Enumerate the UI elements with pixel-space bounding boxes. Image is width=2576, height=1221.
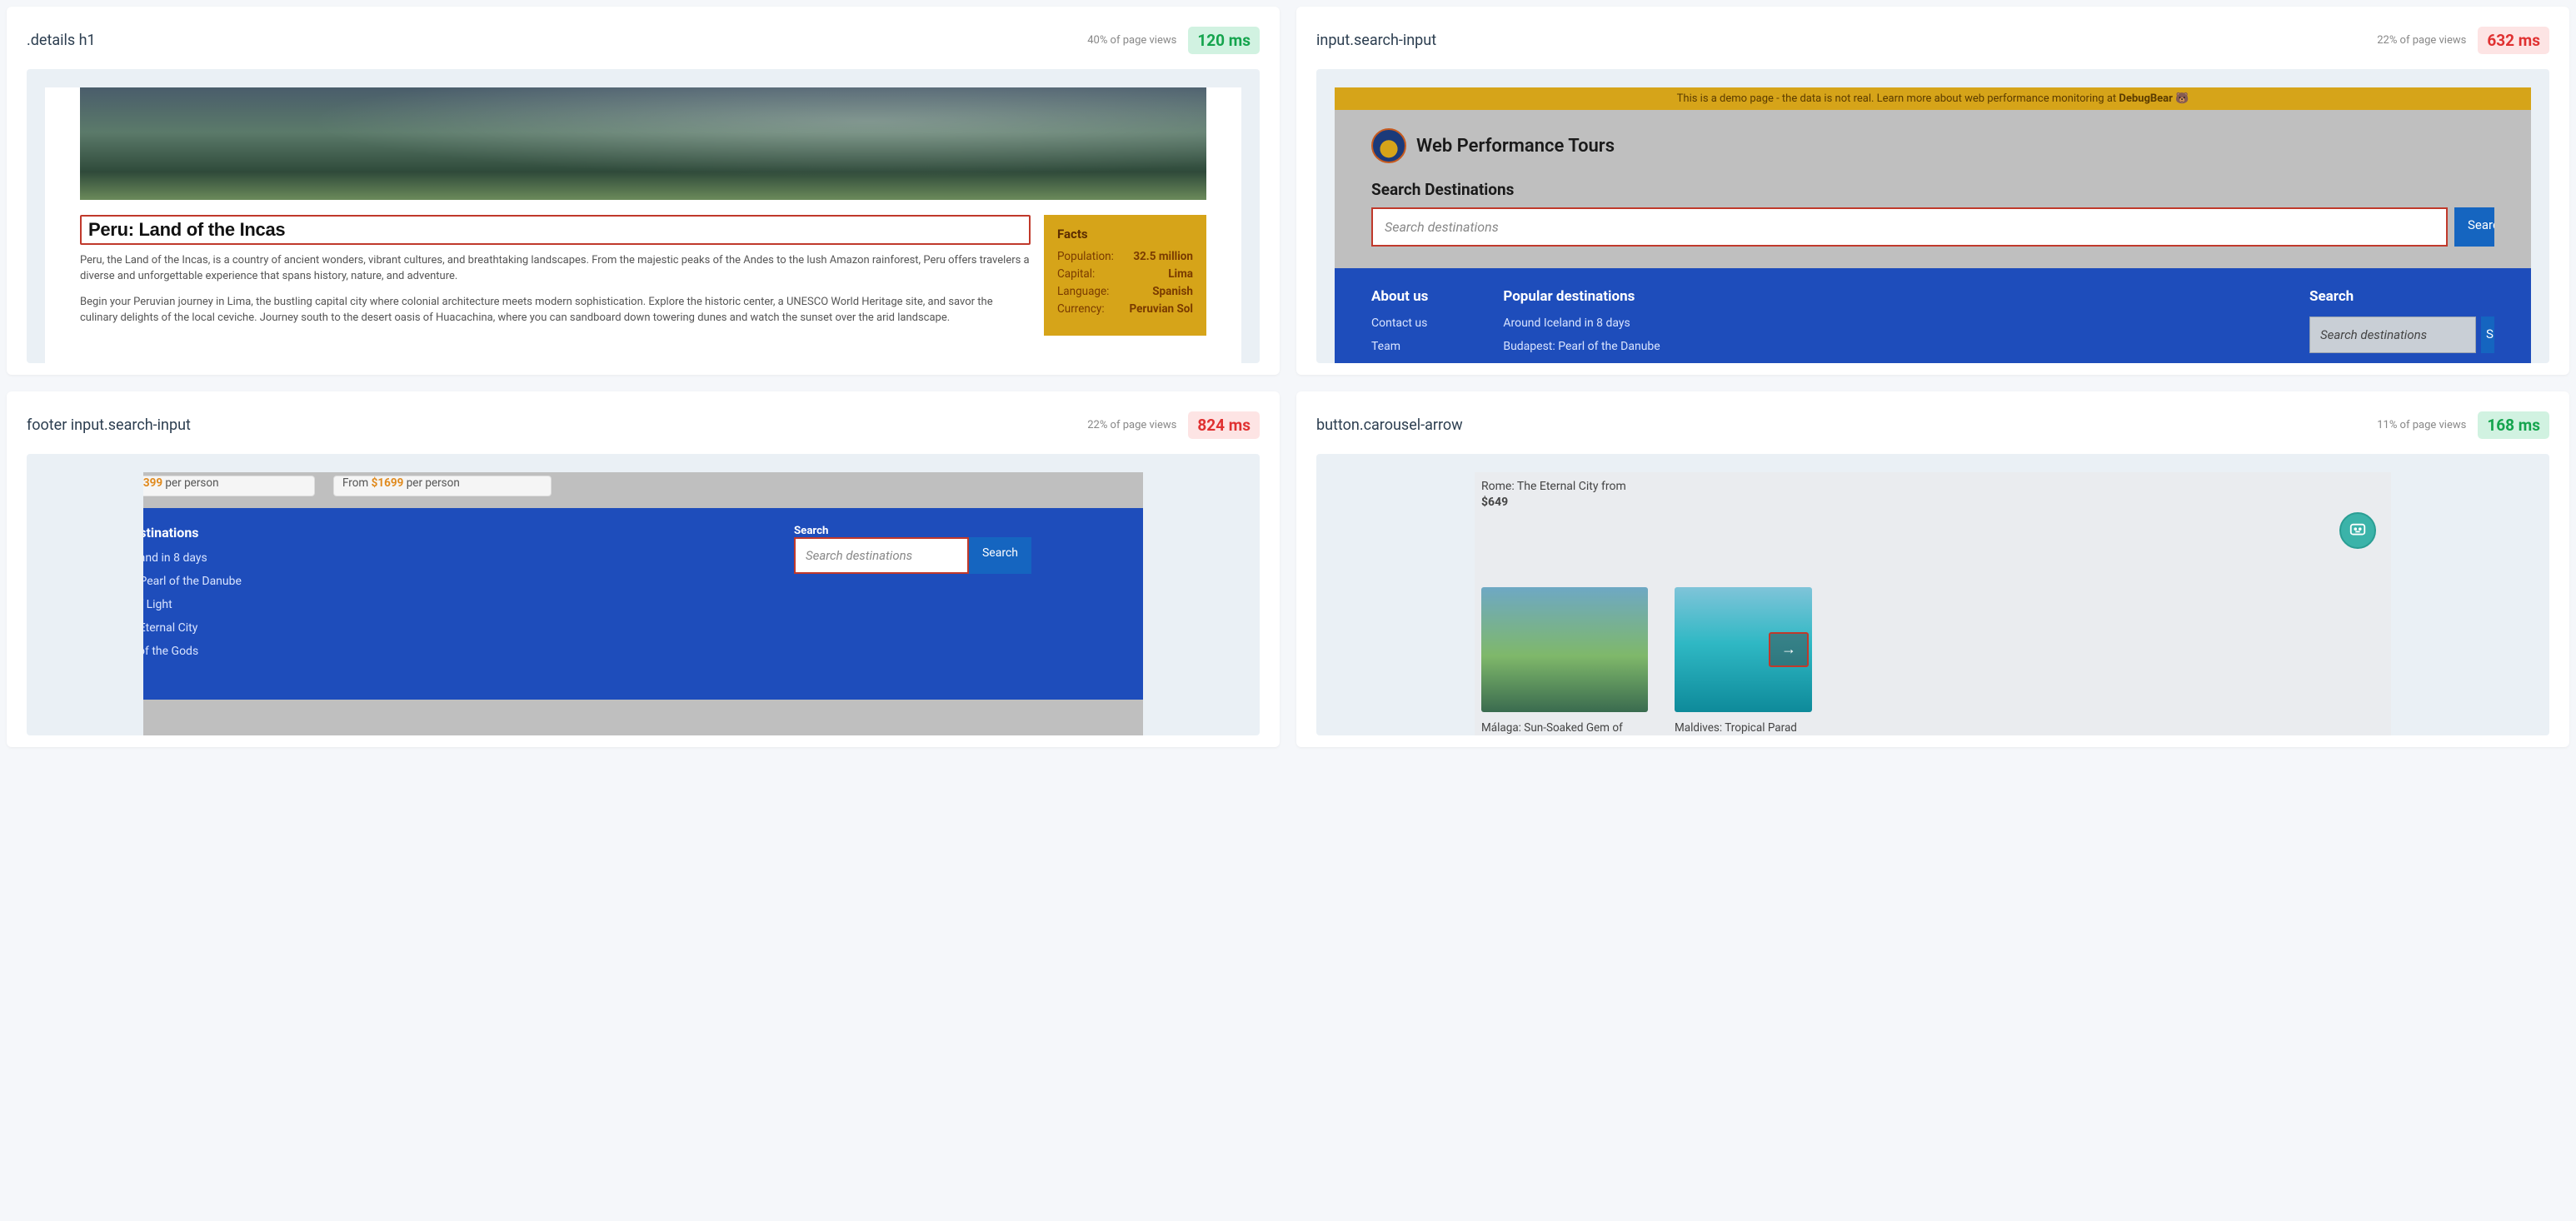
demo-banner: This is a demo page - the data is not re… (1335, 87, 2531, 110)
carousel-thumb[interactable]: → Maldives: Tropical Parad (1675, 587, 1812, 735)
footer-link[interactable]: : Island of the Gods (143, 645, 242, 658)
search-heading: Search Destinations (1371, 180, 2494, 199)
card-meta: 40% of page views 120 ms (1087, 27, 1260, 54)
thumb-image (1481, 587, 1648, 712)
paragraph: Begin your Peruvian journey in Lima, the… (80, 295, 1031, 326)
selector-text: input.search-input (1316, 32, 1436, 49)
thumb-caption: Maldives: Tropical Parad (1675, 720, 1812, 735)
preview-area: Peru: Land of the Incas Peru, the Land o… (27, 69, 1260, 363)
fact-label: Language: (1057, 285, 1109, 298)
card-meta: 22% of page views 632 ms (2377, 27, 2549, 54)
timing-badge: 120 ms (1188, 27, 1260, 54)
search-button[interactable]: Search (2454, 207, 2494, 247)
highlighted-element: Peru: Land of the Incas (80, 215, 1031, 245)
footer-link[interactable]: dapest: Pearl of the Danube (143, 575, 242, 588)
footer-link[interactable]: Budapest: Pearl of the Danube (1503, 340, 1660, 353)
footer-search-button[interactable]: Search (969, 537, 1031, 574)
site-footer: About us Contact us Team Popular destina… (1335, 268, 2531, 363)
fact-value: Lima (1168, 267, 1193, 281)
page-title: Peru: Land of the Incas (88, 219, 1022, 241)
footer-link[interactable]: Team (1371, 340, 1428, 353)
card-meta: 11% of page views 168 ms (2377, 411, 2549, 439)
thumb-caption: Málaga: Sun-Soaked Gem of (1481, 720, 1648, 735)
footer-heading: Popular destinations (1503, 288, 1660, 305)
site-name: Web Performance Tours (1416, 136, 1615, 157)
element-card-carousel-arrow[interactable]: button.carousel-arrow 11% of page views … (1296, 391, 2569, 747)
footer-link[interactable]: und Iceland in 8 days (143, 551, 242, 565)
hero-image (80, 87, 1206, 200)
fact-value: Spanish (1152, 285, 1193, 298)
thumb-image: → (1675, 587, 1812, 712)
card-header: button.carousel-arrow 11% of page views … (1316, 411, 2549, 439)
timing-badge: 824 ms (1188, 411, 1260, 439)
card-header: footer input.search-input 22% of page vi… (27, 411, 1260, 439)
footer-link[interactable]: ne: The Eternal City (143, 621, 242, 635)
element-card-footer-search-input[interactable]: footer input.search-input 22% of page vi… (7, 391, 1280, 747)
timing-badge: 168 ms (2478, 411, 2549, 439)
price-card: rom $1399 per person (143, 476, 315, 496)
preview-area: rom $1399 per person From $1699 per pers… (27, 454, 1260, 735)
fact-value: 32.5 million (1133, 250, 1193, 263)
timing-badge: 632 ms (2478, 27, 2549, 54)
screenshot: rom $1399 per person From $1699 per pers… (143, 472, 1143, 735)
footer-heading: About us (1371, 288, 1428, 305)
screenshot: This is a demo page - the data is not re… (1335, 87, 2531, 363)
card-meta: 22% of page views 824 ms (1087, 411, 1260, 439)
screenshot: Rome: The Eternal City from $649 Málaga:… (1475, 472, 2391, 735)
carousel-thumb[interactable]: Málaga: Sun-Soaked Gem of (1481, 587, 1648, 735)
banner-text: This is a demo page - the data is not re… (1677, 92, 2119, 105)
footer-link[interactable]: Around Iceland in 8 days (1503, 316, 1660, 330)
carousel-item-title: Rome: The Eternal City from $649 (1480, 479, 2386, 511)
pageviews-text: 11% of page views (2377, 419, 2466, 431)
footer-heading: ular destinations (143, 525, 242, 541)
selector-text: .details h1 (27, 32, 96, 49)
preview-area: This is a demo page - the data is not re… (1316, 69, 2549, 363)
selector-text: button.carousel-arrow (1316, 416, 1463, 434)
pageviews-text: 40% of page views (1087, 34, 1176, 47)
footer-search-input[interactable]: Search destinations (2309, 316, 2476, 353)
footer-heading: Search (794, 525, 1031, 537)
site-logo-icon (1371, 128, 1406, 163)
price-card: From $1699 per person (333, 476, 552, 496)
facts-panel: Facts Population: 32.5 million Capital: Li… (1044, 215, 1206, 336)
screenshot: Peru: Land of the Incas Peru, the Land o… (45, 87, 1241, 363)
footer-search-button[interactable]: S (2481, 316, 2494, 353)
facts-heading: Facts (1057, 227, 1193, 242)
paragraph: Peru, the Land of the Incas, is a countr… (80, 253, 1031, 285)
element-card-details-h1[interactable]: .details h1 40% of page views 120 ms Per… (7, 7, 1280, 375)
element-card-search-input[interactable]: input.search-input 22% of page views 632… (1296, 7, 2569, 375)
card-header: input.search-input 22% of page views 632… (1316, 27, 2549, 54)
fact-label: Currency: (1057, 302, 1105, 316)
selector-text: footer input.search-input (27, 416, 191, 434)
footer-search-input[interactable]: Search destinations (794, 537, 969, 574)
chat-icon[interactable] (2339, 512, 2376, 549)
search-input[interactable]: Search destinations (1371, 207, 2448, 247)
banner-brand: DebugBear (2119, 92, 2173, 105)
carousel-arrow-button[interactable]: → (1769, 632, 1809, 667)
fact-value: Peruvian Sol (1130, 302, 1193, 316)
fact-label: Population: (1057, 250, 1114, 263)
footer-link[interactable]: s: City of Light (143, 598, 242, 611)
footer-link[interactable]: Contact us (1371, 316, 1428, 330)
card-header: .details h1 40% of page views 120 ms (27, 27, 1260, 54)
preview-area: Rome: The Eternal City from $649 Málaga:… (1316, 454, 2549, 735)
footer-heading: Search (2309, 288, 2494, 305)
site-footer: ular destinations und Iceland in 8 days … (143, 508, 1143, 700)
fact-label: Capital: (1057, 267, 1095, 281)
pageviews-text: 22% of page views (2377, 34, 2466, 47)
pageviews-text: 22% of page views (1087, 419, 1176, 431)
